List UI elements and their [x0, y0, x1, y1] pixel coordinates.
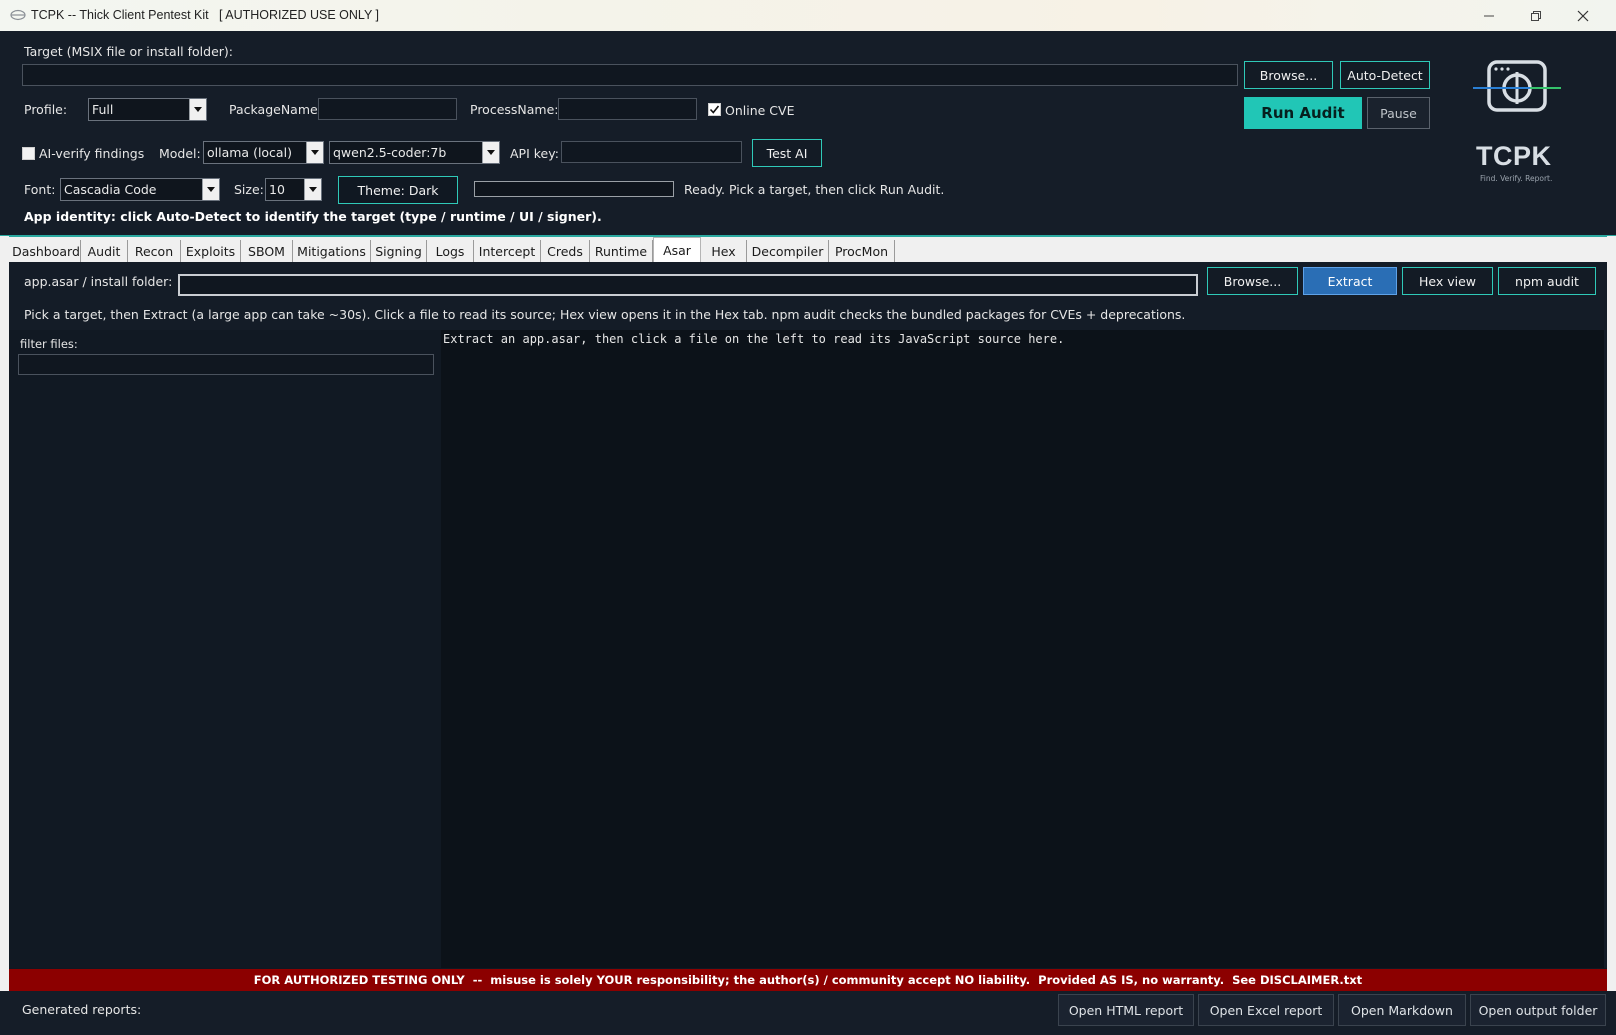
tab-strip: Dashboard Audit Recon Exploits SBOM Miti…	[0, 237, 1616, 263]
test-ai-button[interactable]: Test AI	[752, 139, 822, 167]
app-icon	[10, 9, 26, 21]
target-label: Target (MSIX file or install folder):	[24, 44, 233, 59]
logo-tagline: Find. Verify. Report.	[1480, 174, 1553, 183]
open-markdown-button[interactable]: Open Markdown	[1338, 994, 1466, 1026]
crosshair-window-icon	[1473, 60, 1561, 112]
tab-decompiler[interactable]: Decompiler	[747, 240, 829, 262]
checkmark-icon	[709, 105, 720, 114]
minimize-icon	[1484, 15, 1494, 16]
theme-toggle-button[interactable]: Theme: Dark	[338, 176, 458, 204]
source-viewer[interactable]	[441, 330, 1604, 968]
tab-hex[interactable]: Hex	[701, 240, 747, 262]
tab-mitigations[interactable]: Mitigations	[293, 240, 371, 262]
size-label: Size:	[234, 182, 264, 197]
tab-intercept[interactable]: Intercept	[474, 240, 541, 262]
size-select[interactable]: 10	[265, 178, 322, 201]
asar-folder-input[interactable]	[178, 274, 1198, 296]
target-input[interactable]	[22, 64, 1238, 86]
profile-select[interactable]: Full	[88, 98, 207, 121]
chevron-down-icon	[306, 142, 323, 163]
tab-asar[interactable]: Asar	[653, 237, 701, 262]
source-viewer-text: Extract an app.asar, then click a file o…	[443, 332, 1065, 346]
package-name-label: PackageName:	[229, 102, 322, 117]
process-name-label: ProcessName:	[470, 102, 559, 117]
progress-bar	[474, 181, 674, 197]
filter-files-label: filter files:	[20, 337, 78, 351]
font-label: Font:	[24, 182, 56, 197]
close-button[interactable]	[1560, 0, 1606, 31]
auto-detect-button[interactable]: Auto-Detect	[1340, 61, 1430, 89]
ai-verify-checkbox[interactable]	[22, 147, 35, 160]
open-html-report-button[interactable]: Open HTML report	[1058, 994, 1194, 1026]
font-select[interactable]: Cascadia Code	[60, 178, 220, 201]
tab-dashboard[interactable]: Dashboard	[12, 240, 81, 262]
asar-help-text: Pick a target, then Extract (a large app…	[24, 307, 1186, 322]
filter-files-input[interactable]	[18, 354, 434, 375]
hex-view-button[interactable]: Hex view	[1402, 267, 1493, 295]
chevron-down-icon	[482, 142, 499, 163]
window-frame-left	[0, 236, 9, 991]
asar-browse-button[interactable]: Browse...	[1207, 267, 1298, 295]
online-cve-checkbox[interactable]	[708, 103, 721, 116]
chevron-down-icon	[202, 179, 219, 200]
disclaimer-banner: FOR AUTHORIZED TESTING ONLY -- misuse is…	[9, 969, 1607, 991]
file-list-panel[interactable]	[9, 330, 441, 968]
logo-name: TCPK	[1476, 141, 1552, 171]
model-label: Model:	[159, 146, 201, 161]
app-identity-text: App identity: click Auto-Detect to ident…	[24, 209, 602, 224]
tab-logs[interactable]: Logs	[427, 240, 474, 262]
chevron-down-icon	[304, 179, 321, 200]
model-provider-select[interactable]: ollama (local)	[203, 141, 324, 164]
api-key-input[interactable]	[561, 141, 742, 163]
window-title: TCPK -- Thick Client Pentest Kit [ AUTHO…	[31, 8, 380, 22]
open-excel-report-button[interactable]: Open Excel report	[1198, 994, 1334, 1026]
minimize-button[interactable]	[1466, 0, 1512, 31]
asar-folder-label: app.asar / install folder:	[24, 274, 173, 289]
restore-icon	[1531, 10, 1541, 21]
package-name-input[interactable]	[318, 98, 457, 120]
process-name-input[interactable]	[558, 98, 697, 120]
tab-sbom[interactable]: SBOM	[241, 240, 293, 262]
model-name-select[interactable]: qwen2.5-coder:7b	[329, 141, 500, 164]
pause-button[interactable]: Pause	[1367, 97, 1430, 129]
extract-button[interactable]: Extract	[1303, 267, 1397, 295]
tab-creds[interactable]: Creds	[541, 240, 590, 262]
tab-procmon[interactable]: ProcMon	[829, 240, 895, 262]
chevron-down-icon	[189, 99, 206, 120]
open-output-folder-button[interactable]: Open output folder	[1470, 994, 1606, 1026]
profile-label: Profile:	[24, 102, 68, 117]
status-text: Ready. Pick a target, then click Run Aud…	[684, 182, 945, 197]
ai-verify-label: AI-verify findings	[39, 146, 145, 161]
target-browse-button[interactable]: Browse...	[1244, 61, 1333, 89]
tab-audit[interactable]: Audit	[81, 240, 128, 262]
generated-reports-label: Generated reports:	[22, 1002, 142, 1017]
title-bar[interactable]: TCPK -- Thick Client Pentest Kit [ AUTHO…	[0, 0, 1616, 31]
run-audit-button[interactable]: Run Audit	[1244, 97, 1362, 129]
tab-exploits[interactable]: Exploits	[181, 240, 241, 262]
tab-recon[interactable]: Recon	[128, 240, 181, 262]
close-icon	[1577, 10, 1589, 21]
tab-runtime[interactable]: Runtime	[590, 240, 653, 262]
online-cve-label: Online CVE	[725, 103, 795, 118]
npm-audit-button[interactable]: npm audit	[1498, 267, 1596, 295]
restore-button[interactable]	[1513, 0, 1559, 31]
api-key-label: API key:	[510, 146, 559, 161]
window-frame-right	[1607, 236, 1616, 991]
tab-signing[interactable]: Signing	[371, 240, 427, 262]
